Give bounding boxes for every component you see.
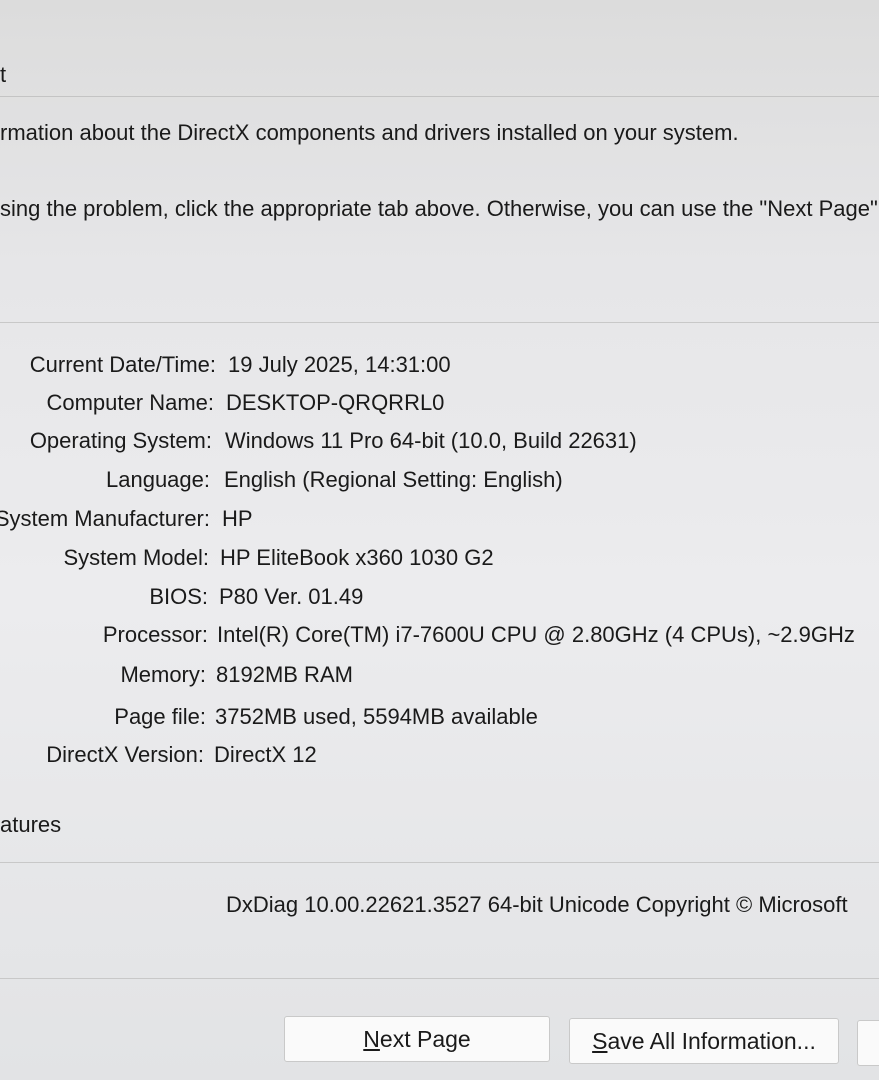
intro-text-line-1: rmation about the DirectX components and… (0, 120, 739, 145)
next-page-button[interactable]: Next Page (284, 1016, 550, 1062)
info-label: Language: (106, 467, 210, 492)
dxdiag-window: t rmation about the DirectX components a… (0, 0, 879, 1080)
info-value: Intel(R) Core(TM) i7-7600U CPU @ 2.80GHz… (217, 622, 855, 647)
info-value: HP EliteBook x360 1030 G2 (220, 545, 494, 570)
save-all-hotkey: S (592, 1027, 608, 1054)
info-value: 8192MB RAM (216, 662, 353, 687)
info-label: Current Date/Time: (29, 352, 216, 377)
footer-divider (0, 978, 879, 979)
system-info-group-top-border (0, 322, 879, 323)
features-group-divider (0, 862, 879, 863)
next-page-hotkey: N (363, 1025, 380, 1052)
info-value: P80 Ver. 01.49 (219, 584, 364, 609)
info-value: English (Regional Setting: English) (224, 467, 563, 492)
info-label: Memory: (120, 662, 206, 687)
tab-system-label[interactable]: t (0, 62, 6, 88)
info-value: DirectX 12 (214, 742, 317, 767)
save-all-label: ave All Information... (607, 1027, 816, 1054)
info-value: 3752MB used, 5594MB available (215, 704, 538, 729)
info-label: Page file: (114, 704, 206, 729)
tab-divider (0, 96, 879, 97)
next-page-label: ext Page (379, 1025, 471, 1052)
info-label: DirectX Version: (46, 742, 204, 767)
intro-text-line-2: sing the problem, click the appropriate … (0, 196, 879, 221)
exit-button-partial[interactable] (857, 1020, 879, 1066)
info-label: System Manufacturer: (0, 506, 210, 531)
info-value: Windows 11 Pro 64-bit (10.0, Build 22631… (225, 428, 637, 453)
info-label: System Model: (63, 545, 210, 570)
info-label: Operating System: (29, 428, 212, 453)
features-group-label: atures (0, 812, 62, 837)
save-all-information-button[interactable]: Save All Information... (569, 1018, 839, 1064)
info-value: HP (222, 506, 253, 531)
info-label: BIOS: (149, 584, 208, 609)
info-value: 19 July 2025, 14:31:00 (228, 352, 451, 377)
info-label: Computer Name: (46, 390, 214, 415)
version-copyright-text: DxDiag 10.00.22621.3527 64-bit Unicode C… (226, 892, 848, 917)
info-value: DESKTOP-QRQRRL0 (226, 390, 445, 415)
info-label: Processor: (102, 622, 208, 647)
